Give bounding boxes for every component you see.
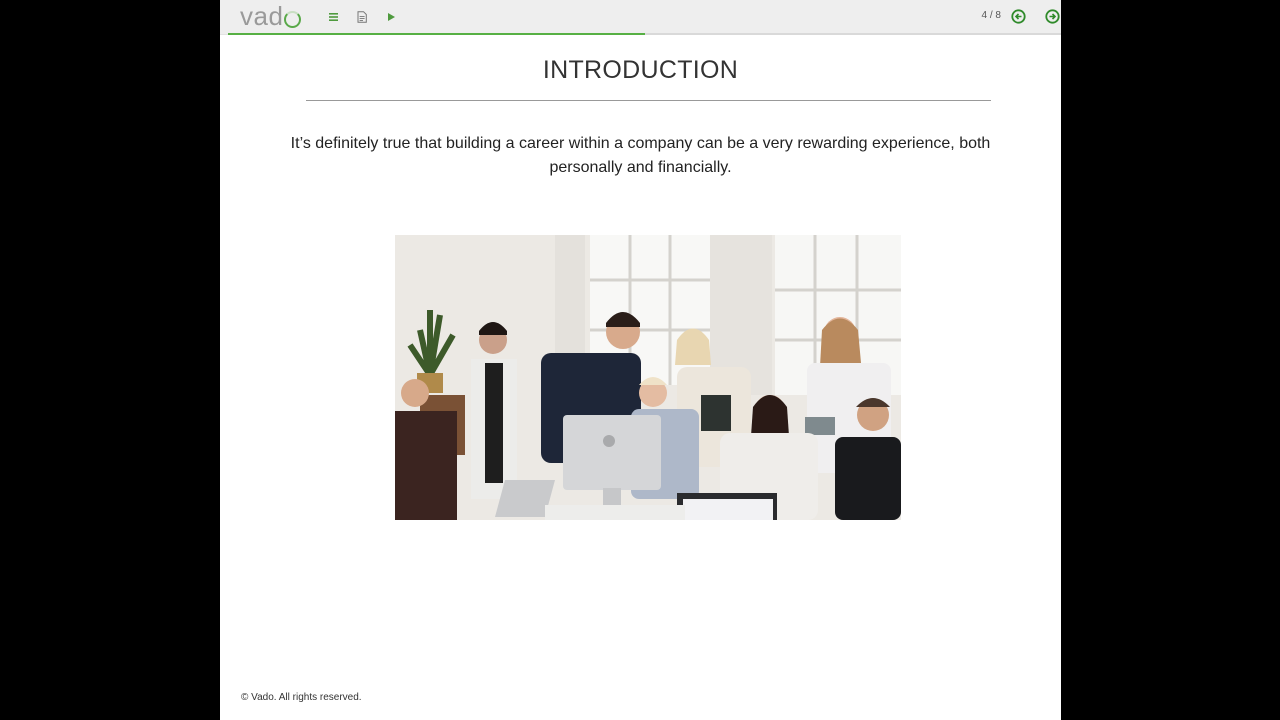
menu-icon[interactable]: [325, 9, 341, 25]
document-icon[interactable]: [354, 9, 370, 25]
team-meeting-photo: [395, 235, 901, 520]
player-toolbar: vad 4 / 8: [220, 0, 1061, 35]
slide-body-text: It’s definitely true that building a car…: [290, 135, 991, 176]
vado-logo: vad: [240, 0, 302, 31]
course-player: vad 4 / 8 INTRODUCTION It’s definitely t…: [220, 0, 1061, 720]
course-progress-bar: [228, 33, 1061, 35]
arrow-right-circle-icon[interactable]: [1045, 9, 1060, 24]
arrow-left-circle-icon[interactable]: [1011, 9, 1026, 24]
play-icon[interactable]: [383, 9, 399, 25]
logo-ring-icon: [284, 10, 302, 28]
course-progress-fill: [228, 33, 645, 35]
logo-text: vad: [240, 0, 284, 31]
title-divider: [306, 100, 991, 101]
slide-title: INTRODUCTION: [542, 56, 739, 84]
copyright-footer: © Vado. All rights reserved.: [241, 692, 362, 703]
page-counter: 4 / 8: [981, 10, 1001, 21]
